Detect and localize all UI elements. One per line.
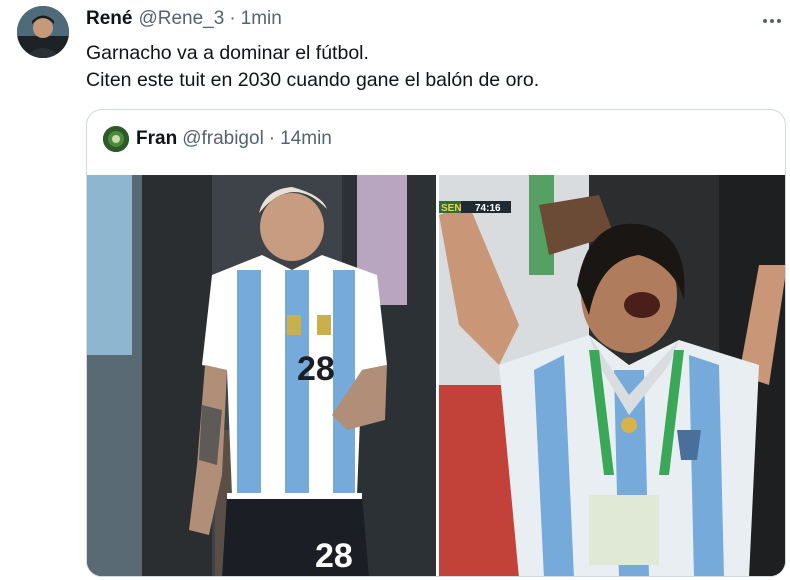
jersey-number: 28 bbox=[297, 350, 335, 388]
tweet-text-line: Garnacho va a dominar el fútbol. bbox=[86, 42, 369, 64]
separator-dot: · bbox=[268, 128, 276, 149]
separator-dot: · bbox=[229, 8, 236, 29]
tweet-timestamp[interactable]: 1min bbox=[241, 8, 282, 30]
tweet-card[interactable]: René @Rene_3 · 1min Garnacho va a domina… bbox=[0, 0, 790, 580]
media-photo-player[interactable]: 28 28 bbox=[87, 175, 436, 576]
tweet-text: Garnacho va a dominar el fútbol. Citen e… bbox=[86, 40, 539, 94]
fan-photo: SEN 74:16 bbox=[439, 175, 785, 576]
quoted-tweet[interactable]: Fran @frabigol · 14min 28 28 SEN 74:16 bbox=[86, 109, 786, 577]
tweet-text-line: Citen este tuit en 2030 cuando gane el b… bbox=[86, 69, 540, 91]
quoted-tweet-timestamp[interactable]: 14min bbox=[280, 128, 332, 150]
author-avatar[interactable] bbox=[17, 6, 69, 58]
media-photo-fan[interactable]: SEN 74:16 bbox=[439, 175, 785, 576]
quoted-tweet-header: Fran @frabigol · 14min bbox=[103, 126, 332, 152]
more-dot bbox=[770, 19, 774, 23]
quoted-author-handle[interactable]: @frabigol bbox=[182, 128, 264, 150]
scoreboard-clock: 74:16 bbox=[475, 203, 501, 214]
tweet-header: René @Rene_3 · 1min bbox=[86, 8, 282, 34]
more-dot bbox=[763, 19, 767, 23]
quoted-avatar-image bbox=[103, 126, 129, 152]
avatar-image bbox=[17, 6, 69, 58]
author-name[interactable]: René bbox=[86, 8, 132, 30]
more-horizontal-icon[interactable] bbox=[757, 8, 787, 34]
more-dot bbox=[777, 19, 781, 23]
quoted-author-avatar[interactable] bbox=[103, 126, 129, 152]
quoted-media-grid: 28 28 SEN 74:16 bbox=[87, 175, 785, 576]
quoted-author-name[interactable]: Fran bbox=[136, 128, 177, 150]
author-handle[interactable]: @Rene_3 bbox=[138, 8, 224, 30]
shorts-number: 28 bbox=[315, 537, 353, 575]
scoreboard-team: SEN bbox=[441, 203, 462, 214]
player-photo: 28 28 bbox=[87, 175, 436, 576]
